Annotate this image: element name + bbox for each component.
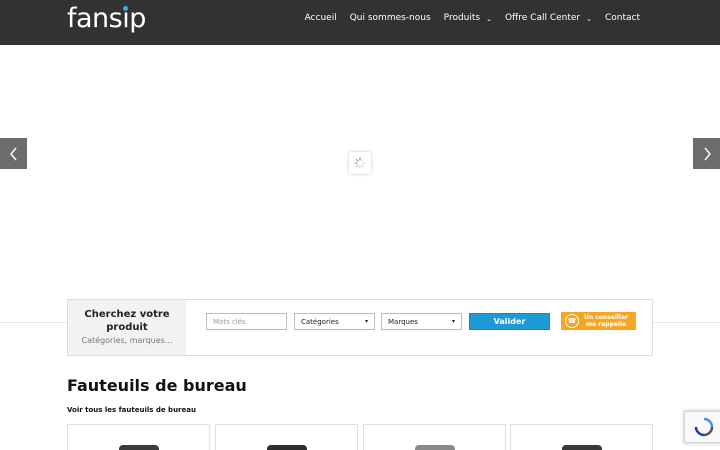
category-value: Catégories	[301, 317, 339, 326]
page: fansip Accueil Qui sommes-nous Produits ⌄…	[0, 0, 720, 450]
nav-label: Contact	[604, 13, 640, 23]
nav-item-contact[interactable]: Contact	[605, 13, 640, 23]
product-search-panel: Cherchez votre produit Catégories, marqu…	[67, 299, 653, 356]
nav-label: Offre Call Center	[504, 13, 581, 23]
callback-line1: Un conseiller	[584, 314, 629, 321]
callback-label: Un conseiller me rappelle	[584, 314, 628, 328]
chevron-left-icon	[9, 147, 17, 160]
recaptcha-badge[interactable]	[684, 411, 720, 443]
select-arrow-icon: ▾	[451, 318, 455, 325]
search-subtitle: Catégories, marques...	[81, 336, 173, 345]
submit-search-button[interactable]: Valider	[469, 313, 550, 330]
nav-label: Accueil	[304, 13, 337, 23]
nav-label: Qui sommes-nous	[349, 13, 431, 23]
product-image	[266, 445, 307, 450]
nav-label: Produits	[443, 13, 481, 23]
hero-slider	[0, 45, 720, 325]
section-title: Fauteuils de bureau	[67, 376, 247, 395]
chevron-down-icon: ⌄	[486, 15, 492, 23]
product-card[interactable]	[215, 424, 358, 450]
keywords-input[interactable]: Mots clés	[206, 313, 287, 330]
chevron-down-icon: ⌄	[586, 15, 592, 23]
nav-item-produits[interactable]: Produits ⌄	[444, 13, 492, 23]
callback-button[interactable]: ☎ Un conseiller me rappelle	[561, 312, 636, 330]
product-card[interactable]	[510, 424, 653, 450]
logo[interactable]: fansip	[67, 2, 146, 36]
phone-icon: ☎	[565, 314, 579, 328]
category-select[interactable]: Catégories ▾	[294, 313, 375, 330]
keywords-placeholder: Mots clés	[213, 317, 246, 326]
nav-item-offre-call-center[interactable]: Offre Call Center ⌄	[505, 13, 592, 23]
nav-item-accueil[interactable]: Accueil	[305, 13, 337, 23]
main-nav: Accueil Qui sommes-nous Produits ⌄ Offre …	[292, 13, 640, 23]
product-card[interactable]	[363, 424, 506, 450]
slider-next-button[interactable]	[693, 138, 720, 169]
brand-select[interactable]: Marques ▾	[381, 313, 462, 330]
product-card[interactable]	[67, 424, 210, 450]
callback-line2: me rappelle	[585, 321, 627, 328]
search-heading-box: Cherchez votre produit Catégories, marqu…	[68, 300, 186, 355]
slider-prev-button[interactable]	[0, 138, 27, 169]
see-all-link[interactable]: Voir tous les fauteuils de bureau	[67, 406, 196, 414]
select-arrow-icon: ▾	[364, 318, 368, 325]
site-header: fansip Accueil Qui sommes-nous Produits ⌄…	[0, 0, 720, 45]
chevron-right-icon	[703, 147, 711, 160]
product-image	[561, 445, 602, 450]
search-title: Cherchez votre produit	[84, 309, 170, 333]
product-image	[414, 445, 455, 450]
nav-item-qui-sommes-nous[interactable]: Qui sommes-nous	[350, 13, 431, 23]
spinner-icon	[349, 152, 371, 174]
product-image	[118, 445, 159, 450]
recaptcha-icon	[694, 417, 714, 437]
logo-dot	[123, 6, 128, 11]
brand-value: Marques	[388, 317, 418, 326]
